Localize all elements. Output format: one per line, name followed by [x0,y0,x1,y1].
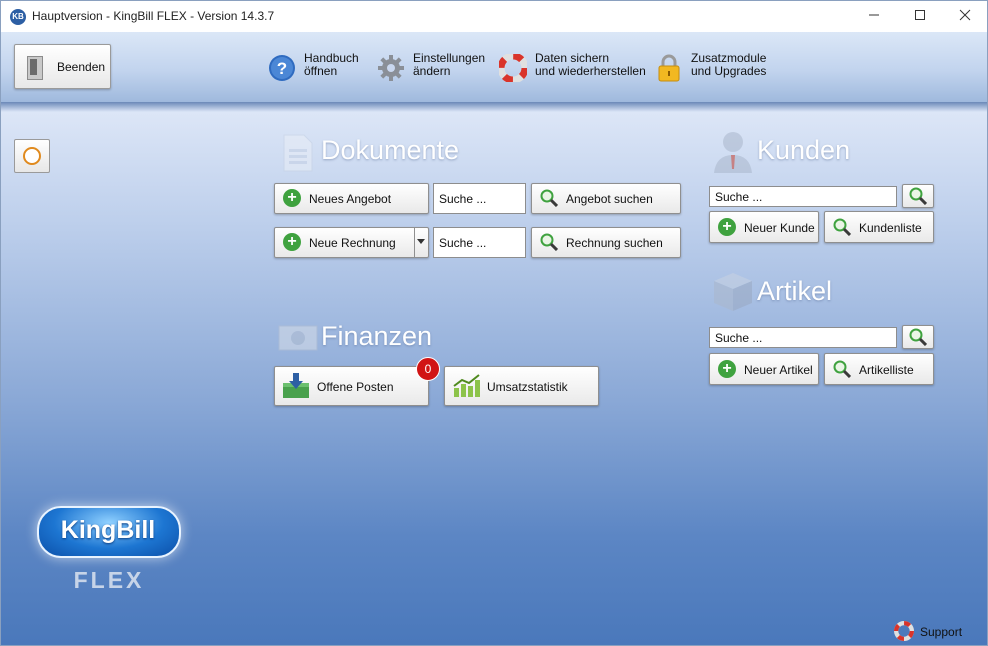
search-invoice-label: Rechnung suchen [566,236,663,250]
lock-icon [658,54,680,82]
search-icon [540,233,558,251]
search-offer-button[interactable]: Angebot suchen [531,183,681,214]
split-divider [414,228,415,257]
customer-list-button[interactable]: Kundenliste [824,211,934,243]
search-icon [909,187,927,205]
offer-search-field[interactable] [433,183,526,214]
exit-button-label: Beenden [57,60,106,74]
close-icon [959,9,971,21]
new-article-button[interactable]: + Neuer Artikel [709,353,819,385]
article-search-input[interactable] [710,328,896,347]
customer-search-field[interactable] [709,186,897,207]
app-icon: KB [10,9,26,25]
new-invoice-button[interactable]: + Neue Rechnung [274,227,429,258]
new-invoice-label: Neue Rechnung [309,236,396,250]
logo-edition-text: FLEX [73,567,145,593]
plus-icon: + [283,233,301,251]
customers-heading: Kunden [757,135,851,165]
new-customer-label: Neuer Kunde [744,221,815,235]
inbox-download-icon [283,373,309,398]
invoice-search-input[interactable] [434,228,525,257]
new-offer-label: Neues Angebot [309,192,392,206]
exit-button[interactable]: Beenden [14,44,111,89]
open-items-button[interactable]: Offene Posten [274,366,429,406]
maximize-icon [915,10,925,20]
kingbill-flex-logo: KingBill [37,506,181,558]
chart-up-icon [453,374,480,397]
toolbar-backup-button[interactable]: Daten sichern und wiederherstellen [499,52,646,86]
toolbar-modules-button[interactable]: Zusatzmodule und Upgrades [655,51,767,86]
reminder-button[interactable] [14,139,50,173]
logo-brand-text: KingBill [60,516,156,544]
support-label: Support [920,625,963,639]
chevron-down-icon[interactable] [417,239,426,245]
close-button[interactable] [942,1,988,32]
articles-heading: Artikel [757,276,833,306]
alarm-clock-icon [23,147,41,165]
new-offer-button[interactable]: + Neues Angebot [274,183,429,214]
lifebuoy-icon [894,621,914,641]
plus-icon: + [283,189,301,207]
lifebuoy-icon [499,54,527,82]
customer-search-input[interactable] [710,187,896,206]
door-icon [27,56,43,80]
open-items-count-badge: 0 [416,357,440,381]
sales-statistics-button[interactable]: Umsatzstatistik [444,366,599,406]
help-icon: ? [269,55,295,81]
plus-icon: + [718,360,736,378]
person-icon [714,132,752,173]
offer-search-input[interactable] [434,184,525,213]
gear-icon [378,55,404,81]
sales-statistics-label: Umsatzstatistik [487,380,568,394]
article-search-button[interactable] [902,325,934,349]
minimize-button[interactable] [851,1,897,32]
search-icon [833,218,851,236]
minimize-icon [869,14,879,16]
maximize-button[interactable] [897,1,943,32]
search-icon [909,328,927,346]
main-toolbar: Beenden ? Handbuch öffnen Einstellungen [1,32,987,103]
toolbar-settings-label: Einstellungen ändern [413,51,486,78]
article-list-label: Artikelliste [859,363,914,377]
search-icon [540,189,558,207]
plus-icon: + [718,218,736,236]
window-title: Hauptversion - KingBill FLEX - Version 1… [32,9,275,23]
app-window: KB Hauptversion - KingBill FLEX - Versio… [0,0,988,646]
document-icon [283,134,313,172]
article-search-field[interactable] [709,327,897,348]
customer-search-button[interactable] [902,184,934,208]
article-list-button[interactable]: Artikelliste [824,353,934,385]
search-icon [833,360,851,378]
title-bar: KB Hauptversion - KingBill FLEX - Versio… [1,1,987,32]
new-article-label: Neuer Artikel [744,363,813,377]
documents-heading: Dokumente [321,135,460,165]
customer-list-label: Kundenliste [859,221,922,235]
toolbar-manual-button[interactable]: ? Handbuch öffnen [268,52,368,86]
toolbar-settings-button[interactable]: Einstellungen ändern [377,52,487,86]
money-icon [278,325,318,351]
open-items-label: Offene Posten [317,380,394,394]
new-customer-button[interactable]: + Neuer Kunde [709,211,819,243]
toolbar-divider [1,102,987,112]
toolbar-modules-label: Zusatzmodule und Upgrades [691,51,767,78]
toolbar-manual-label: Handbuch öffnen [304,51,359,78]
search-invoice-button[interactable]: Rechnung suchen [531,227,681,258]
toolbar-backup-label: Daten sichern und wiederherstellen [535,51,646,78]
svg-text:?: ? [277,59,287,78]
search-offer-label: Angebot suchen [566,192,653,206]
support-link[interactable]: Support [894,621,964,641]
finances-heading: Finanzen [321,321,433,351]
box-icon [714,273,752,311]
invoice-search-field[interactable] [433,227,526,258]
